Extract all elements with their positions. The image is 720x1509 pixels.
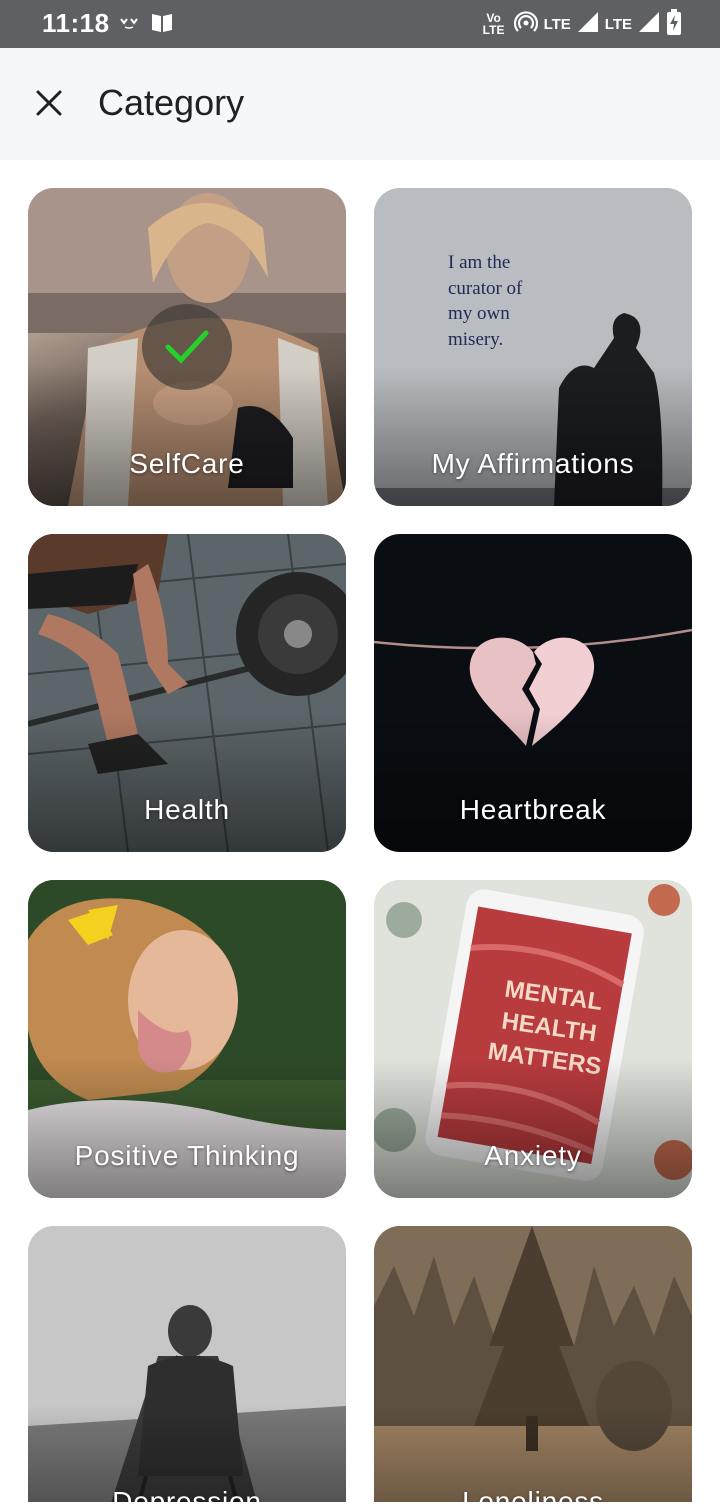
category-card-health[interactable]: Health (28, 534, 346, 852)
close-icon (36, 90, 62, 116)
category-card-positive-thinking[interactable]: Positive Thinking (28, 880, 346, 1198)
lte-label-1: LTE (543, 15, 571, 33)
status-bar: 11:18 Vo LTE LTE LTE (0, 0, 720, 48)
lte-label-2: LTE (604, 15, 632, 33)
category-card-selfcare[interactable]: SelfCare (28, 188, 346, 506)
category-label: Health (144, 794, 230, 825)
volte-label: Vo LTE (482, 11, 505, 37)
category-label: Positive Thinking (74, 1140, 300, 1171)
category-grid: SelfCare I am the curator of my own mise… (0, 160, 720, 1502)
category-label: Loneliness (462, 1486, 604, 1502)
battery-charging-icon (666, 8, 682, 40)
category-label: Heartbreak (459, 794, 607, 825)
book-icon (150, 10, 174, 39)
category-label: Depression (112, 1486, 262, 1502)
cat-face-icon (118, 14, 140, 35)
category-label: Anxiety (484, 1140, 582, 1171)
photo-caption: I am the curator of my own misery. (448, 252, 523, 350)
close-button[interactable] (24, 78, 74, 128)
page-title: Category (98, 82, 245, 123)
category-card-my-affirmations[interactable]: I am the curator of my own misery. My Af… (374, 188, 692, 506)
hotspot-icon (513, 10, 538, 39)
category-card-loneliness[interactable]: Loneliness (374, 1226, 692, 1502)
signal-icon-2 (638, 11, 660, 38)
category-label: SelfCare (129, 448, 245, 479)
signal-icon-1 (577, 11, 599, 38)
category-label: My Affirmations (431, 448, 635, 479)
selected-indicator (142, 304, 232, 390)
status-time: 11:18 (42, 8, 110, 38)
category-card-depression[interactable]: Depression (28, 1226, 346, 1502)
checkmark-icon (165, 330, 209, 364)
category-card-anxiety[interactable]: MENTAL HEALTH MATTERS Anxiety (374, 880, 692, 1198)
app-bar: Category (0, 48, 720, 160)
category-card-heartbreak[interactable]: Heartbreak (374, 534, 692, 852)
